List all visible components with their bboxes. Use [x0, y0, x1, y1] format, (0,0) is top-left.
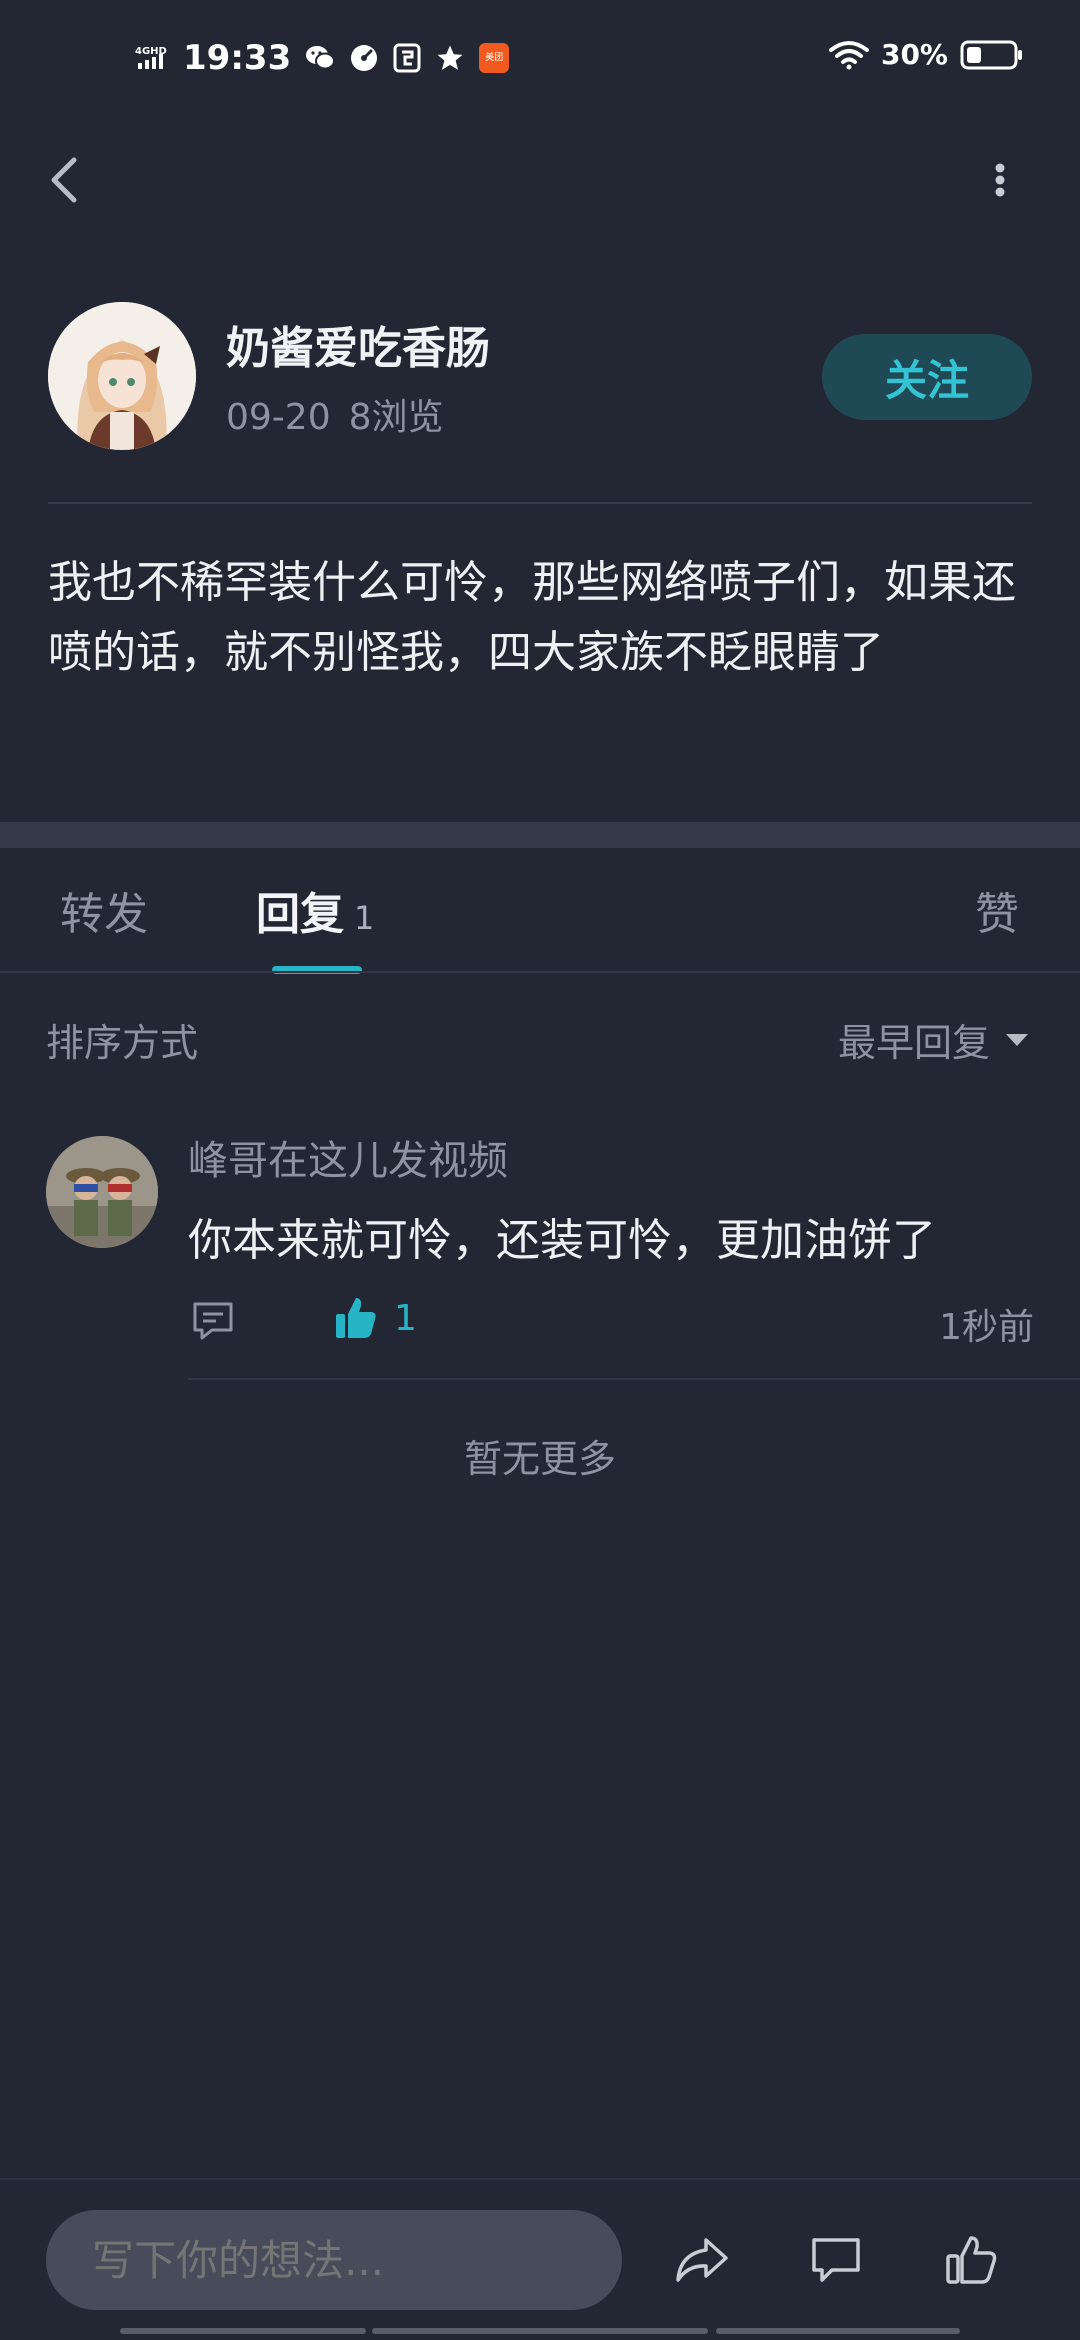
comment-like-button[interactable] — [334, 1294, 378, 1342]
commenter-avatar-image — [46, 1136, 158, 1248]
comment-text: 你本来就可怜，还装可怜，更加油饼了 — [188, 1215, 936, 1266]
sort-dropdown[interactable]: 最早回复 — [838, 1012, 1030, 1067]
status-left: 4GHD 19:33 美团 — [135, 38, 510, 78]
author-meta: 09-20 8浏览 — [226, 388, 444, 440]
post-date: 09-20 — [226, 397, 331, 438]
thumbs-up-icon — [336, 1298, 376, 1338]
more-vertical-icon — [995, 163, 1005, 197]
battery-percent: 30% — [880, 38, 948, 71]
more-button[interactable] — [980, 150, 1020, 210]
author-avatar[interactable] — [48, 302, 196, 450]
divider — [188, 1378, 1080, 1380]
divider — [48, 502, 1032, 504]
author-name[interactable]: 奶酱爱吃香肠 — [226, 312, 490, 376]
comment-input[interactable] — [46, 2210, 622, 2310]
comment-button[interactable] — [806, 2232, 866, 2288]
post-content: 我也不稀罕装什么可怜，那些网络喷子们，如果还喷的话，就不别怪我，四大家族不眨眼睛… — [48, 557, 1016, 678]
share-button[interactable] — [672, 2232, 732, 2288]
anime-avatar-image — [48, 302, 196, 450]
tab-like[interactable]: 赞 — [975, 878, 1019, 942]
tab-like-label: 赞 — [975, 889, 1019, 940]
battery-icon — [960, 39, 1024, 71]
star-icon — [435, 43, 465, 73]
comment-icon — [812, 2238, 860, 2282]
document-icon — [393, 43, 421, 73]
comment-time: 1秒前 — [939, 1307, 1034, 1348]
like-outline-icon — [946, 2236, 997, 2284]
meituan-badge-text: 美团 — [479, 43, 510, 73]
tab-reply-count: 1 — [354, 899, 375, 937]
no-more-text: 暂无更多 — [463, 1437, 616, 1481]
like-button[interactable] — [942, 2232, 1002, 2288]
comment-like-count: 1 — [394, 1298, 417, 1339]
reply-icon — [193, 1302, 233, 1340]
sort-selected: 最早回复 — [837, 1021, 990, 1065]
wifi-icon — [828, 40, 869, 70]
commenter-name[interactable]: 峰哥在这儿发视频 — [188, 1128, 508, 1186]
status-right: 30% — [828, 38, 1024, 71]
speedometer-icon — [349, 43, 379, 73]
status-time: 19:33 — [183, 38, 292, 78]
tab-reply-label: 回复 — [256, 889, 344, 940]
tab-forward[interactable]: 转发 — [60, 878, 148, 942]
commenter-avatar[interactable] — [46, 1136, 158, 1248]
nav-bar-segment — [120, 2328, 366, 2334]
meituan-app-icon: 美团 — [479, 43, 510, 73]
status-bar: 4GHD 19:33 美团 30% — [0, 0, 1080, 120]
back-button[interactable] — [40, 150, 92, 210]
caret-down-icon — [1006, 1033, 1028, 1046]
nav-bar-segment — [716, 2328, 960, 2334]
section-separator — [0, 822, 1080, 848]
back-icon — [51, 157, 77, 203]
share-icon — [676, 2238, 728, 2282]
comment-reply-button[interactable] — [190, 1298, 236, 1344]
divider — [0, 971, 1080, 973]
signal-icon: 4GHD — [135, 45, 169, 71]
nav-bar-segment — [372, 2328, 708, 2334]
wechat-icon — [305, 44, 336, 72]
tab-forward-label: 转发 — [60, 889, 148, 940]
tab-reply[interactable]: 回复 1 — [256, 878, 374, 942]
follow-button[interactable]: 关注 — [822, 334, 1032, 420]
sort-label: 排序方式 — [46, 1021, 199, 1065]
view-count: 8浏览 — [348, 397, 444, 438]
